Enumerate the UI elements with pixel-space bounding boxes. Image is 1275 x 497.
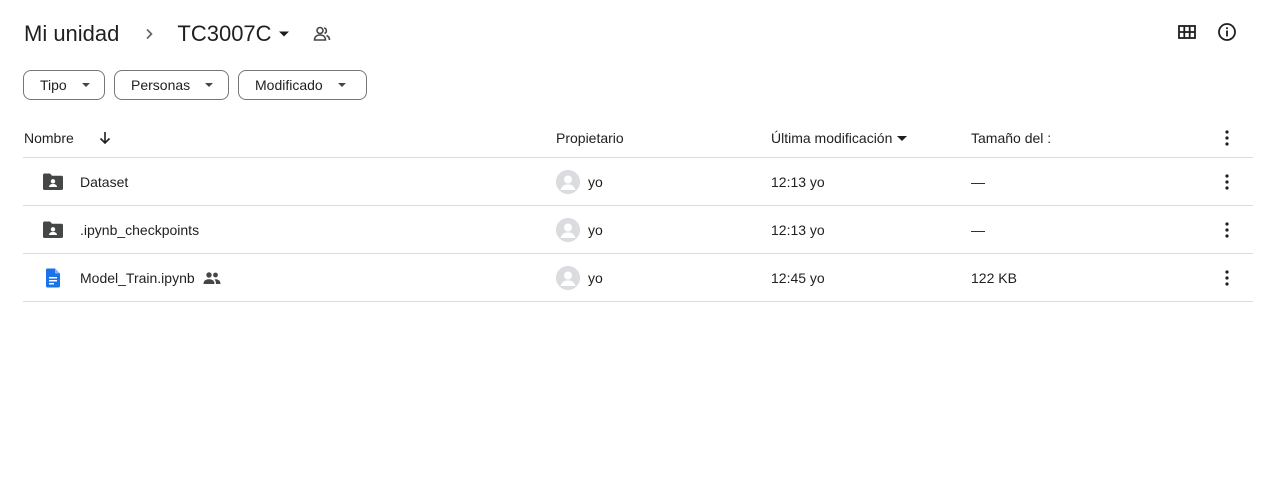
owner-name: yo (588, 173, 603, 190)
file-name[interactable]: Model_Train.ipynb (80, 270, 195, 286)
file-name[interactable]: Dataset (80, 174, 128, 190)
breadcrumb-current-folder[interactable]: TC3007C (177, 21, 289, 47)
file-name-cell: Model_Train.ipynb (41, 254, 221, 301)
column-header-owner[interactable]: Propietario (556, 130, 624, 146)
caret-down-icon (278, 28, 290, 40)
filter-chip-personas[interactable]: Personas (114, 70, 229, 100)
table-header: Nombre Propietario Última modificación T… (23, 118, 1253, 158)
more-vert-icon[interactable] (1215, 126, 1239, 150)
owner-cell: yo (556, 254, 603, 301)
owner-cell: yo (556, 206, 603, 253)
chip-label: Modificado (255, 77, 323, 93)
arrow-down-icon[interactable] (98, 131, 112, 145)
shared-people-icon[interactable] (312, 23, 334, 45)
size-cell: 122 KB (971, 254, 1017, 301)
caret-down-icon (81, 80, 91, 90)
column-modified-label: Última modificación (771, 130, 893, 146)
drive-page: Mi unidad TC3007C Tipo Personas Modifica… (0, 0, 1275, 497)
file-table: Nombre Propietario Última modificación T… (23, 118, 1253, 302)
chip-label: Tipo (40, 77, 67, 93)
column-header-size[interactable]: Tamaño del : (971, 130, 1051, 146)
owner-name: yo (588, 221, 603, 238)
header-actions (1175, 20, 1239, 44)
caret-down-icon (896, 132, 908, 144)
more-vert-icon[interactable] (1215, 218, 1239, 242)
breadcrumb: Mi unidad TC3007C (24, 16, 334, 52)
column-name-label: Nombre (24, 130, 74, 146)
document-icon (41, 266, 65, 290)
more-vert-icon[interactable] (1215, 266, 1239, 290)
column-header-modified[interactable]: Última modificación (771, 130, 908, 146)
size-value: — (971, 173, 985, 190)
avatar (556, 265, 580, 290)
modified-cell: 12:13 yo (771, 158, 825, 205)
row-actions (1215, 254, 1239, 301)
modified-value: 12:13 yo (771, 221, 825, 238)
breadcrumb-current-label: TC3007C (177, 21, 272, 46)
filter-chip-modificado[interactable]: Modificado (238, 70, 367, 100)
owner-name: yo (588, 269, 603, 286)
column-header-name[interactable]: Nombre (24, 130, 112, 146)
grid-view-icon[interactable] (1175, 20, 1199, 44)
row-actions (1215, 158, 1239, 205)
table-row[interactable]: Model_Train.ipynb yo 12:45 yo 122 KB (23, 254, 1253, 302)
more-vert-icon[interactable] (1215, 170, 1239, 194)
modified-value: 12:13 yo (771, 173, 825, 190)
chip-label: Personas (131, 77, 191, 93)
modified-cell: 12:45 yo (771, 254, 825, 301)
shared-folder-icon (41, 170, 65, 194)
size-value: 122 KB (971, 269, 1017, 286)
column-size-label: Tamaño del : (971, 130, 1052, 146)
caret-down-icon (204, 80, 214, 90)
owner-cell: yo (556, 158, 603, 205)
caret-down-icon (337, 80, 347, 90)
row-actions (1215, 206, 1239, 253)
file-name[interactable]: .ipynb_checkpoints (80, 222, 199, 238)
avatar (556, 217, 580, 242)
shared-people-icon (203, 269, 221, 287)
info-icon[interactable] (1215, 20, 1239, 44)
table-row[interactable]: Dataset yo 12:13 yo — (23, 158, 1253, 206)
column-owner-label: Propietario (556, 130, 624, 146)
shared-folder-icon (41, 218, 65, 242)
table-row[interactable]: .ipynb_checkpoints yo 12:13 yo — (23, 206, 1253, 254)
filter-chip-tipo[interactable]: Tipo (23, 70, 105, 100)
chevron-right-icon (139, 24, 159, 44)
file-name-cell: Dataset (41, 158, 128, 205)
file-name-cell: .ipynb_checkpoints (41, 206, 199, 253)
avatar (556, 169, 580, 194)
column-options-button[interactable] (1215, 126, 1239, 150)
size-cell: — (971, 158, 985, 205)
breadcrumb-root[interactable]: Mi unidad (24, 19, 119, 49)
size-cell: — (971, 206, 985, 253)
size-value: — (971, 221, 985, 238)
filter-chips: Tipo Personas Modificado (23, 70, 367, 100)
modified-cell: 12:13 yo (771, 206, 825, 253)
modified-value: 12:45 yo (771, 269, 825, 286)
